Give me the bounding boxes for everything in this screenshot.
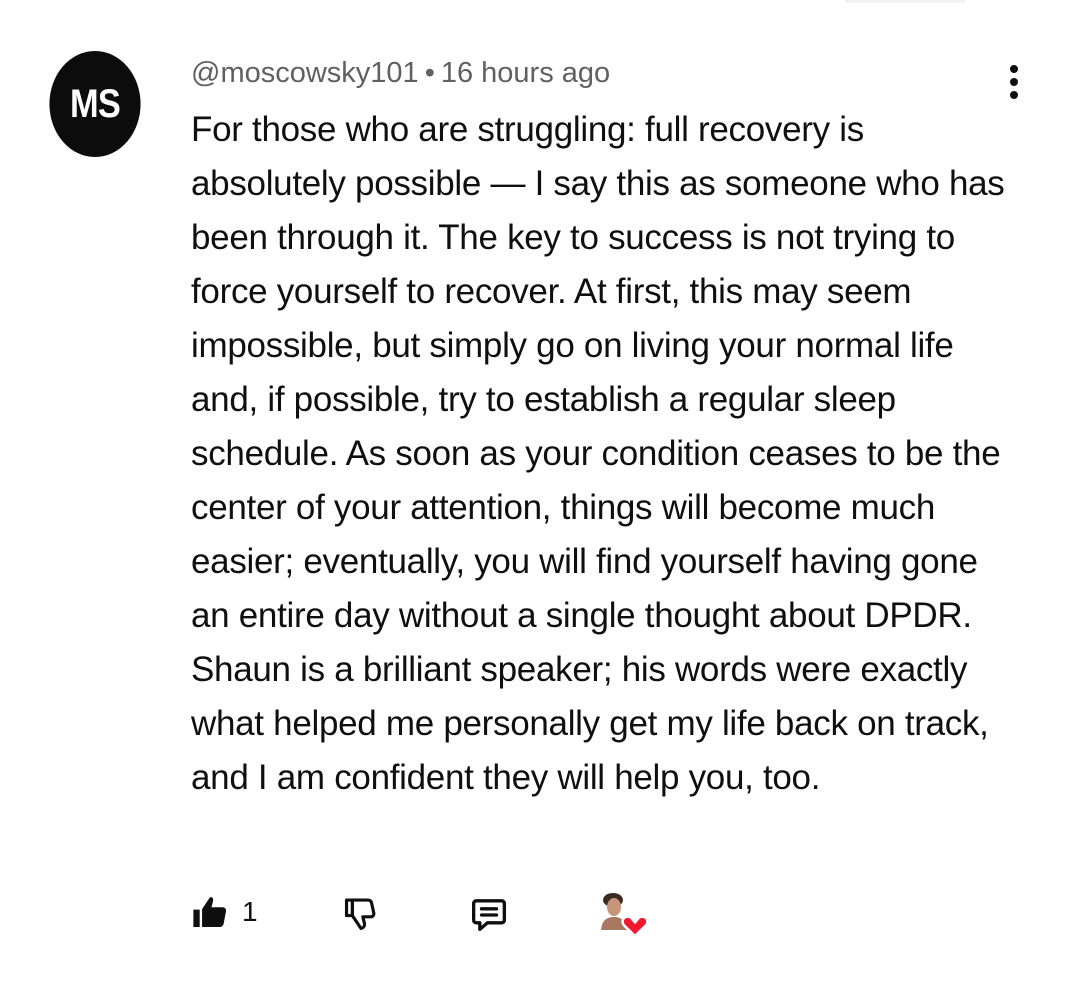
thumbs-up-filled-icon [193,897,227,928]
more-dot [1010,65,1018,73]
reply-button[interactable] [468,895,510,935]
creator-heart-icon [597,890,649,938]
creator-avatar-icon [601,893,649,938]
meta-separator: • [424,57,435,89]
previous-element-edge [845,0,965,3]
comment-reply-icon [472,899,506,931]
comment-timestamp[interactable]: 16 hours ago [441,57,610,89]
more-options-button[interactable] [998,62,1030,102]
comment-actions: 1 [0,890,1079,940]
comment: @moscowsky101 • 16 hours ago For those who… [191,52,1021,805]
like-button[interactable]: 1 [190,893,258,931]
more-dot [1010,91,1018,99]
thumbs-down-outline-icon [344,898,376,930]
avatar-initials: MS [70,81,121,126]
author-handle[interactable]: @moscowsky101 [191,57,419,89]
avatar[interactable]: MS [49,51,141,157]
like-count: 1 [242,896,258,927]
comment-body: For those who are struggling: full recov… [191,110,1005,797]
dislike-button[interactable] [340,895,380,933]
comment-header: @moscowsky101 • 16 hours ago [191,52,1021,94]
more-dot [1010,78,1018,86]
creator-heart [597,890,649,938]
